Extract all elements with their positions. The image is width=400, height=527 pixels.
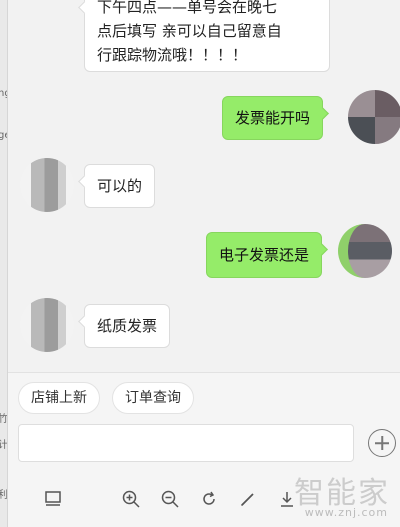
quick-reply-new-arrivals[interactable]: 店铺上新 [18,382,100,414]
watermark-url: www.znj.com [304,506,388,519]
edge-text-fragment: ge [0,130,7,141]
compose-area [8,420,400,472]
quick-reply-order-query[interactable]: 订单查询 [112,382,194,414]
message-bubble-incoming: 纸质发票 [84,304,171,348]
message-line: 行跟踪物流哦！！！！ [97,46,248,64]
zoom-out-icon[interactable] [159,488,181,510]
seller-avatar[interactable] [20,158,74,212]
chat-history[interactable]: 下午四点——单号会在晚七 点后填写 亲可以自己留意自 行跟踪物流哦！！！！ 发票… [8,0,400,372]
zoom-in-icon[interactable] [120,488,142,510]
site-watermark: 智能家 www.znj.com [290,468,400,527]
message-bubble-outgoing: 电子发票还是 [206,232,323,278]
more-options-plus-icon[interactable] [368,429,396,457]
seller-avatar[interactable] [20,298,74,352]
edge-text-fragment: 利 [0,486,7,501]
quick-reply-bar: 店铺上新 订单查询 [8,372,400,420]
edge-text-fragment: 竹 [0,410,7,425]
user-avatar[interactable] [348,90,400,144]
user-avatar[interactable] [338,224,392,278]
message-bubble-outgoing: 发票能开吗 [222,96,324,140]
rotate-icon[interactable] [198,488,220,510]
message-bubble-incoming: 下午四点——单号会在晚七 点后填写 亲可以自己留意自 行跟踪物流哦！！！！ [84,0,330,72]
adjacent-window-edge: ng ge 竹 计 利 [0,0,8,527]
message-input[interactable] [18,424,354,462]
message-bubble-incoming: 可以的 [84,164,156,208]
edge-text-fragment: 计 [0,436,7,451]
edge-text-fragment: ng [0,88,7,99]
pen-icon[interactable] [237,488,259,510]
message-line: 点后填写 亲可以自己留意自 [97,22,282,40]
message-line: 下午四点——单号会在晚七 [97,0,278,16]
screenshot-icon[interactable] [42,488,64,510]
